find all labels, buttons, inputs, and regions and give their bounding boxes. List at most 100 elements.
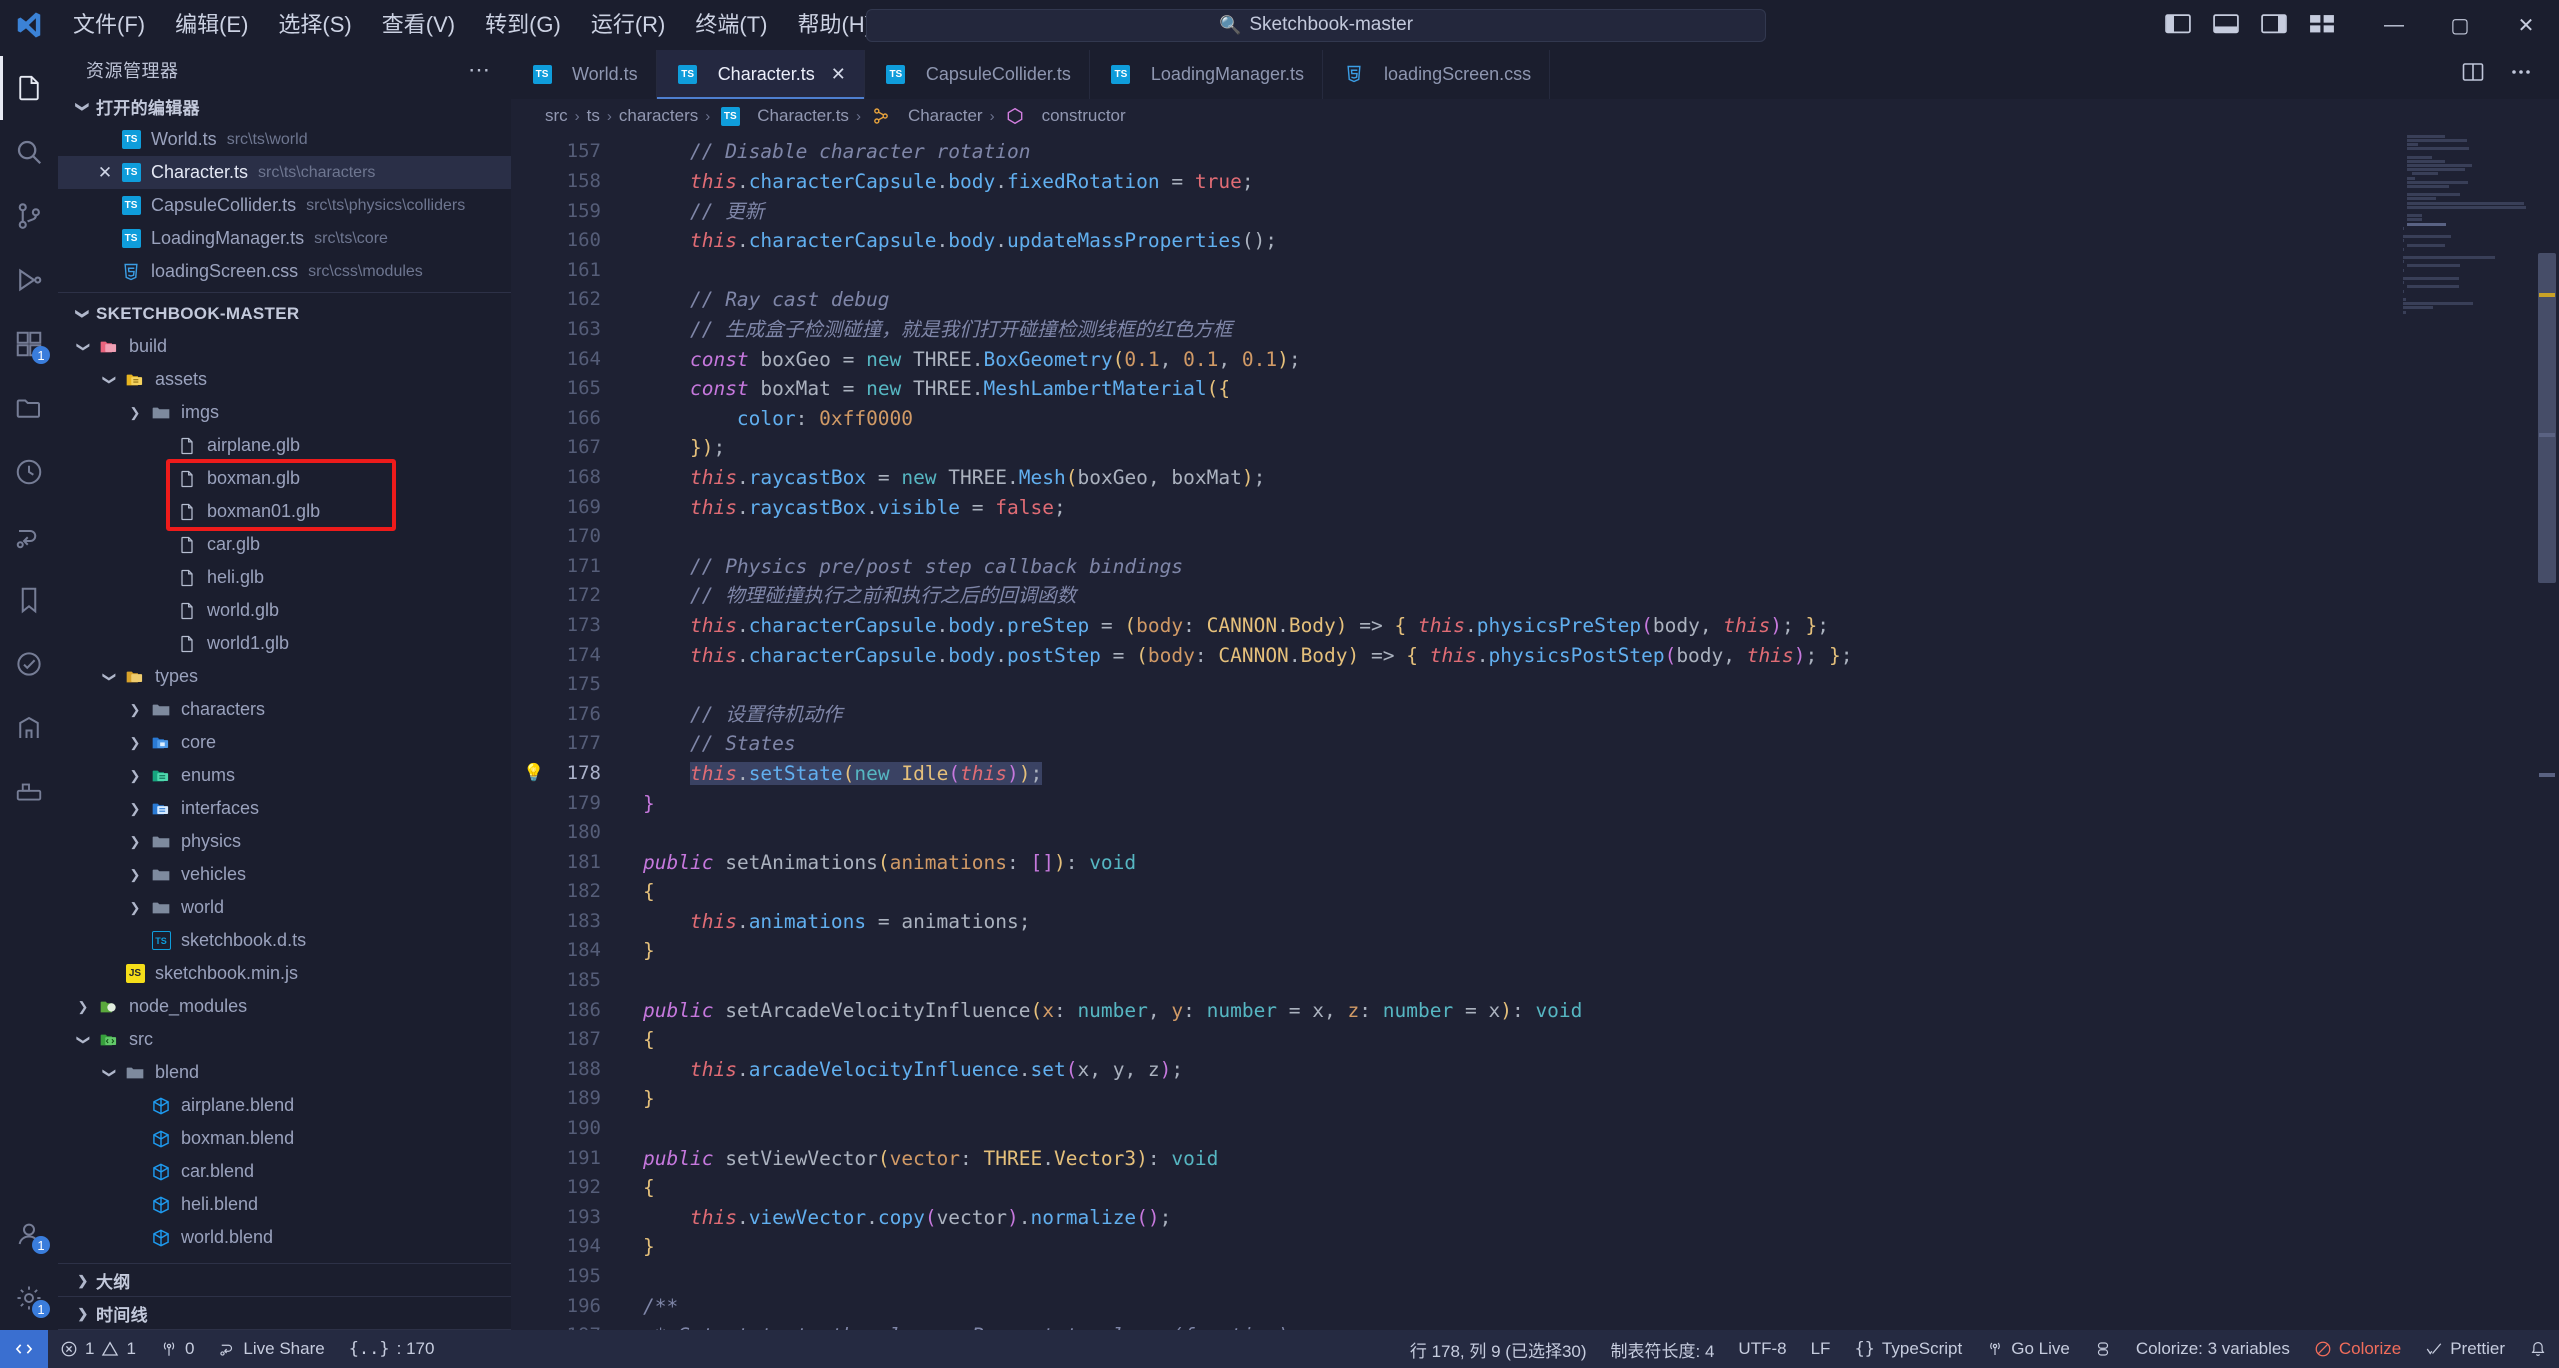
tree-folder[interactable]: world [58,891,511,924]
tree-file[interactable]: world.glb [58,594,511,627]
status-tabnine[interactable] [2082,1330,2124,1368]
code-line[interactable]: this.characterCapsule.body.preStep = (bo… [623,611,2559,641]
menu-item-3[interactable]: 查看(V) [367,0,470,50]
status-colorize-variables[interactable]: Colorize: 3 variables [2124,1330,2302,1368]
activity-remote-explorer[interactable] [0,376,58,440]
code-line[interactable]: public setViewVector(vector: THREE.Vecto… [623,1144,2559,1174]
breadcrumb-item[interactable]: ts [587,106,600,126]
code-line[interactable]: this.setState(new Idle(this)); [623,759,2559,789]
open-editor-item[interactable]: TS World.ts src\ts\world [58,123,511,156]
tree-folder[interactable]: interfaces [58,792,511,825]
tree-file[interactable]: heli.glb [58,561,511,594]
tree-file[interactable]: TS sketchbook.d.ts [58,924,511,957]
remote-indicator[interactable] [0,1330,48,1368]
section-outline[interactable]: 大纲 [58,1264,511,1297]
status-notifications[interactable] [2517,1330,2559,1368]
code-line[interactable]: } [623,936,2559,966]
code-line[interactable] [623,966,2559,996]
section-timeline[interactable]: 时间线 [58,1297,511,1330]
code-line[interactable]: { [623,877,2559,907]
code-line[interactable]: // 更新 [623,197,2559,227]
editor-tab[interactable]: TS LoadingManager.ts [1089,50,1324,99]
status-prettier[interactable]: Prettier [2413,1330,2517,1368]
menu-item-6[interactable]: 终端(T) [680,0,782,50]
tree-file[interactable]: JS sketchbook.min.js [58,957,511,990]
code-line[interactable]: public setArcadeVelocityInfluence(x: num… [623,996,2559,1026]
quick-open-input[interactable]: 🔍 Sketchbook-master [866,8,1766,42]
tree-folder[interactable]: physics [58,825,511,858]
section-project-root[interactable]: SKETCHBOOK-MASTER [58,297,511,330]
tree-folder[interactable]: core [58,726,511,759]
tree-folder[interactable]: types [58,660,511,693]
status-eol[interactable]: LF [1799,1330,1843,1368]
tab-close-icon[interactable]: ✕ [831,64,846,85]
activity-run-debug[interactable] [0,248,58,312]
activity-test-explorer[interactable] [0,440,58,504]
editor-vertical-scrollbar[interactable] [2533,133,2559,1330]
menu-item-5[interactable]: 运行(R) [576,0,681,50]
code-line[interactable]: // Physics pre/post step callback bindin… [623,552,2559,582]
activity-extensions[interactable]: 1 [0,312,58,376]
more-actions-icon[interactable] [2509,60,2533,89]
activity-live-share[interactable] [0,504,58,568]
code-line[interactable]: // 设置待机动作 [623,700,2559,730]
code-line[interactable] [623,818,2559,848]
code-line[interactable]: this.characterCapsule.body.postStep = (b… [623,641,2559,671]
toggle-secondary-sidebar-icon[interactable] [2261,14,2287,36]
code-line[interactable]: this.characterCapsule.body.fixedRotation… [623,167,2559,197]
tree-folder[interactable]: blend [58,1056,511,1089]
tree-folder[interactable]: node_modules [58,990,511,1023]
status-indentation[interactable]: 制表符长度: 4 [1599,1330,1727,1368]
scrollbar-thumb[interactable] [2538,253,2556,584]
code-line[interactable]: public setAnimations(animations: []): vo… [623,848,2559,878]
tree-folder[interactable]: src [58,1023,511,1056]
status-brackets[interactable]: {..} : 170 [337,1330,447,1368]
status-language-mode[interactable]: {} TypeScript [1842,1330,1974,1368]
tree-file[interactable]: airplane.glb [58,429,511,462]
code-line[interactable] [623,670,2559,700]
tree-file[interactable]: world1.glb [58,627,511,660]
code-line[interactable] [623,256,2559,286]
menu-item-4[interactable]: 转到(G) [470,0,576,50]
code-line[interactable]: // Disable character rotation [623,137,2559,167]
status-encoding[interactable]: UTF-8 [1726,1330,1798,1368]
code-content[interactable]: // Disable character rotation this.chara… [623,133,2559,1330]
activity-settings[interactable]: 1 [0,1266,58,1330]
code-line[interactable] [623,1262,2559,1292]
tree-file[interactable]: boxman.glb [58,462,511,495]
code-line[interactable]: // Ray cast debug [623,285,2559,315]
open-editor-item[interactable]: ✕ TS Character.ts src\ts\characters [58,156,511,189]
code-line[interactable]: this.viewVector.copy(vector).normalize()… [623,1203,2559,1233]
menu-item-0[interactable]: 文件(F) [58,0,160,50]
code-line[interactable]: const boxMat = new THREE.MeshLambertMate… [623,374,2559,404]
open-editor-item[interactable]: loadingScreen.css src\css\modules [58,255,511,288]
code-line[interactable]: const boxGeo = new THREE.BoxGeometry(0.1… [623,345,2559,375]
minimize-button[interactable]: — [2361,0,2427,50]
code-line[interactable]: { [623,1025,2559,1055]
editor-tab[interactable]: TS World.ts [511,50,657,99]
close-button[interactable]: ✕ [2493,0,2559,50]
activity-search[interactable] [0,120,58,184]
tree-folder[interactable]: assets [58,363,511,396]
status-problems[interactable]: 1 1 [48,1330,148,1368]
code-line[interactable]: color: 0xff0000 [623,404,2559,434]
split-editor-icon[interactable] [2461,60,2485,89]
code-line[interactable]: * Set state to the player. Pass state cl… [623,1321,2559,1330]
tree-file[interactable]: boxman.blend [58,1122,511,1155]
maximize-button[interactable]: ▢ [2427,0,2493,50]
tree-folder[interactable]: imgs [58,396,511,429]
code-editor[interactable]: 157 158 159 160 161 162 163 164 165 166 167 168 169 1… [511,133,2559,1331]
tree-file[interactable]: car.glb [58,528,511,561]
code-line[interactable]: } [623,789,2559,819]
open-editor-item[interactable]: TS LoadingManager.ts src\ts\core [58,222,511,255]
code-line[interactable] [623,522,2559,552]
code-line[interactable]: // 生成盒子检测碰撞，就是我们打开碰撞检测线框的红色方框 [623,315,2559,345]
activity-accounts[interactable]: 1 [0,1202,58,1266]
editor-tab[interactable]: TS Character.ts ✕ [656,50,865,99]
editor-tab[interactable]: TS CapsuleCollider.ts [864,50,1090,99]
status-radio-tower[interactable]: 0 [148,1330,206,1368]
toggle-primary-sidebar-icon[interactable] [2165,14,2191,36]
toggle-panel-icon[interactable] [2213,14,2239,36]
activity-project-manager[interactable] [0,696,58,760]
code-line[interactable]: { [623,1173,2559,1203]
